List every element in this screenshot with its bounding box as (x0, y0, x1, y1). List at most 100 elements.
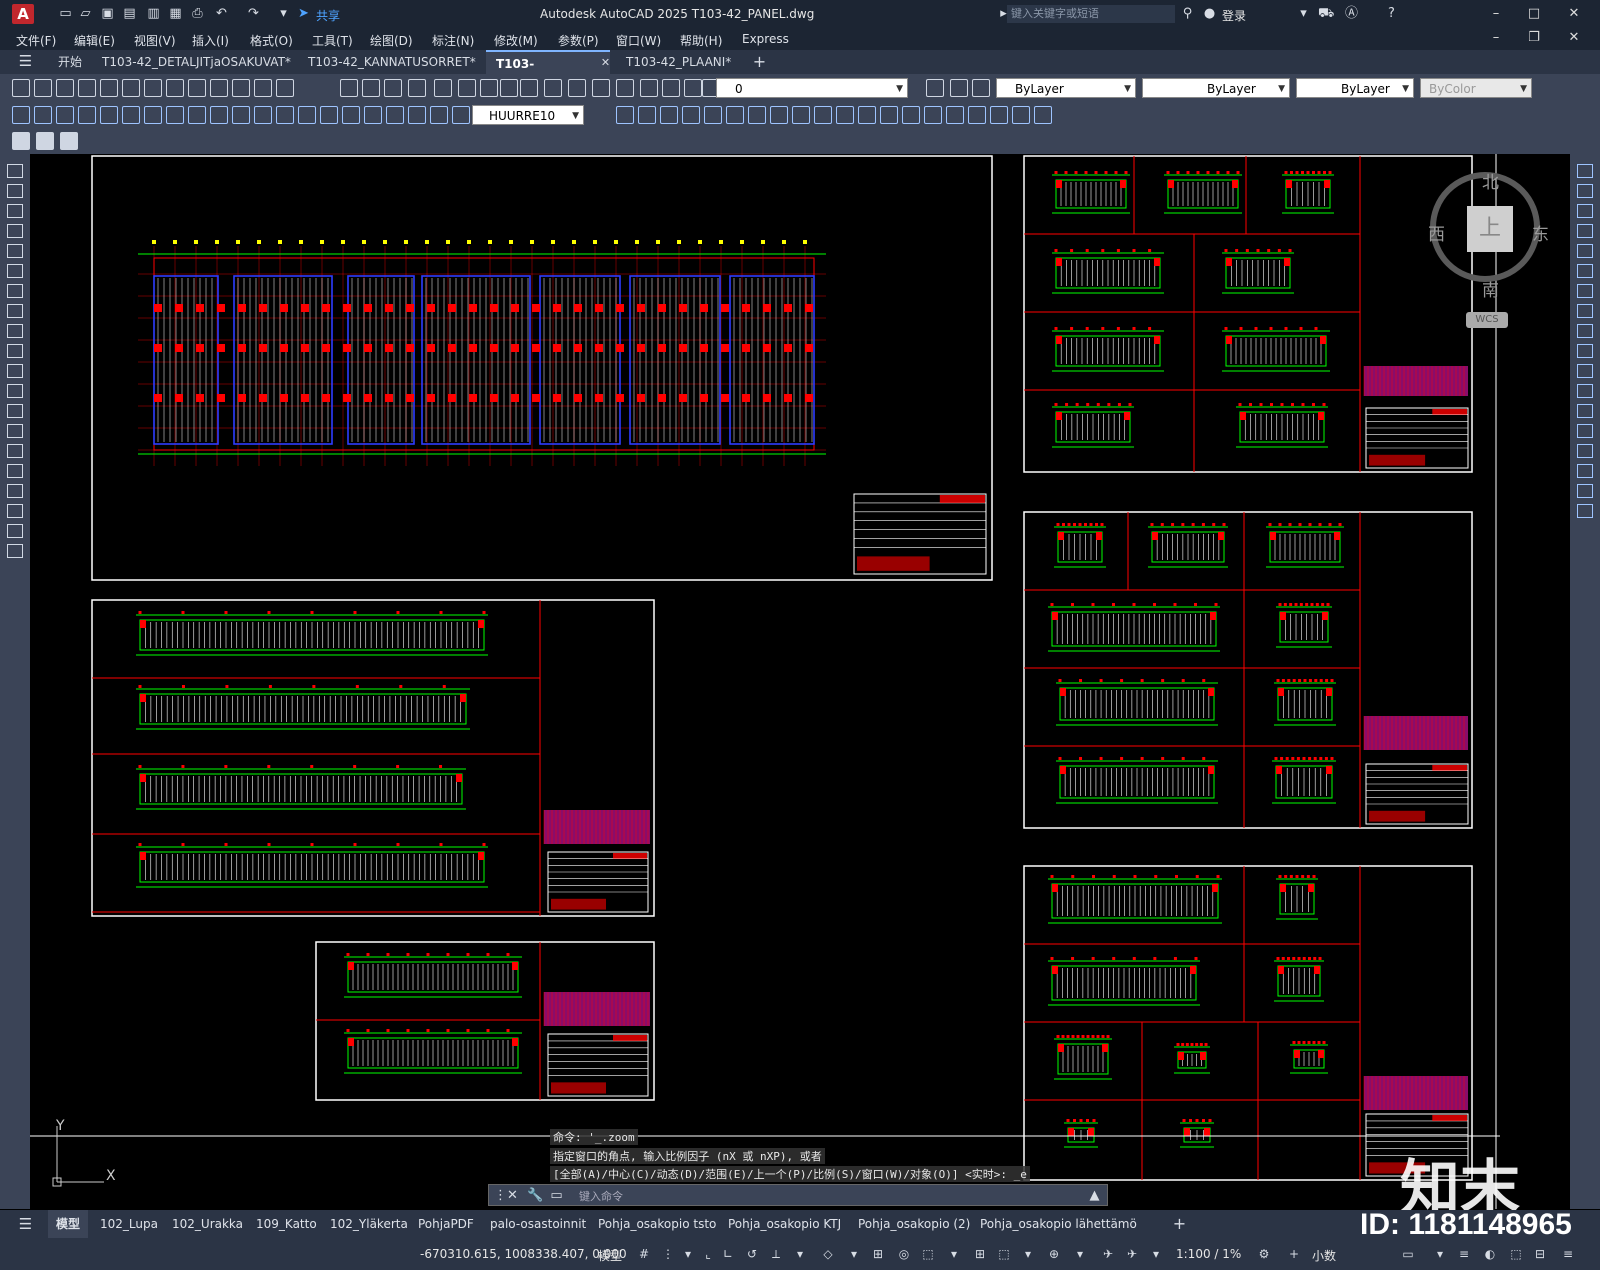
status-toggle-icon[interactable]: ▾ (792, 1247, 808, 1261)
draw-tool-icon[interactable] (7, 384, 23, 398)
command-line[interactable]: ⋮ ✕ 🔧 ▭ 键入命令 ▲ (488, 1184, 1108, 1206)
status-toggle-icon[interactable]: ⊕ (1046, 1247, 1062, 1261)
close-tab-icon[interactable]: ✕ (598, 55, 613, 70)
layout-tab-item[interactable]: PohjaPDF (410, 1210, 482, 1238)
dimension-tool-icon[interactable] (792, 106, 810, 124)
dimension-tool-icon[interactable] (144, 106, 162, 124)
draw-tool-icon[interactable] (7, 224, 23, 238)
recent-commands-icon[interactable]: ▭ (549, 1188, 564, 1203)
search-input[interactable]: 键入关键字或短语 (1007, 5, 1175, 23)
draw-tool-icon[interactable] (7, 284, 23, 298)
layout-list-icon[interactable]: ☰ (18, 1217, 33, 1232)
open-web-icon[interactable]: ▥ (146, 6, 161, 21)
draw-tool-icon[interactable] (7, 324, 23, 338)
menu-draw[interactable]: 绘图(D) (370, 32, 413, 49)
maximize-window-button[interactable]: □ (1520, 4, 1548, 24)
dimension-tool-icon[interactable] (638, 106, 656, 124)
draw-tool-icon[interactable] (7, 204, 23, 218)
customize-wrench-icon[interactable]: 🔧 (527, 1188, 543, 1203)
dimension-tool-icon[interactable] (924, 106, 942, 124)
standard-tool-icon[interactable] (166, 79, 184, 97)
menu-dimension[interactable]: 标注(N) (432, 32, 474, 49)
redo-icon[interactable]: ↷ (246, 6, 261, 21)
menu-edit[interactable]: 编辑(E) (74, 32, 115, 49)
user-icon[interactable]: ● (1202, 6, 1217, 21)
tab-start[interactable]: 开始 (48, 50, 92, 74)
modify-tool-icon[interactable] (1577, 304, 1593, 318)
dimension-tool-icon[interactable] (660, 106, 678, 124)
draw-tool-icon[interactable] (7, 244, 23, 258)
status-toggle-icon[interactable]: + (1286, 1247, 1302, 1261)
modify-tool-icon[interactable] (1577, 404, 1593, 418)
draw-tool-icon[interactable] (7, 264, 23, 278)
status-toggle-icon[interactable]: ✈ (1124, 1247, 1140, 1261)
dimension-tool-icon[interactable] (386, 106, 404, 124)
dimstyle-dropdown[interactable]: HUURRE10 ▼ (472, 105, 584, 125)
customize-qa-icon[interactable]: ▾ (276, 6, 291, 21)
modify-tool-icon[interactable] (1577, 384, 1593, 398)
app-logo-icon[interactable]: A (12, 4, 34, 24)
share-icon[interactable]: ➤ (296, 6, 311, 21)
units-button[interactable]: 小数 (1312, 1247, 1336, 1264)
linetype-dropdown[interactable]: ByLayer ▼ (1142, 78, 1290, 98)
modify-tool-icon[interactable] (1577, 424, 1593, 438)
status-toggle-icon[interactable]: ⬚ (1508, 1247, 1524, 1261)
dimension-tool-icon[interactable] (836, 106, 854, 124)
status-toggle-icon[interactable]: ≡ (1456, 1247, 1472, 1261)
standard-tool-icon[interactable] (434, 79, 452, 97)
dimension-tool-icon[interactable] (814, 106, 832, 124)
modify-tool-icon[interactable] (1577, 364, 1593, 378)
dimension-tool-icon[interactable] (408, 106, 426, 124)
standard-tool-icon[interactable] (520, 79, 538, 97)
modify-tool-icon[interactable] (1577, 484, 1593, 498)
dimension-tool-icon[interactable] (1012, 106, 1030, 124)
standard-tool-icon[interactable] (500, 79, 518, 97)
status-toggle-icon[interactable]: ▾ (680, 1247, 696, 1261)
status-toggle-icon[interactable]: ⊞ (972, 1247, 988, 1261)
viewcube-top-face[interactable]: 上 (1467, 206, 1513, 252)
dimension-tool-icon[interactable] (342, 106, 360, 124)
draw-tool-icon[interactable] (7, 364, 23, 378)
standard-tool-icon[interactable] (56, 79, 74, 97)
status-toggle-icon[interactable]: ⋮ (660, 1247, 676, 1261)
layout-tab-item[interactable]: 109_Katto (248, 1210, 325, 1238)
dimension-tool-icon[interactable] (430, 106, 448, 124)
menu-format[interactable]: 格式(O) (250, 32, 293, 49)
status-toggle-icon[interactable]: # (636, 1247, 652, 1261)
plotstyle-dropdown[interactable]: ByColor ▼ (1420, 78, 1532, 98)
status-toggle-icon[interactable]: ✈ (1100, 1247, 1116, 1261)
standard-tool-icon[interactable] (254, 79, 272, 97)
dimension-tool-icon[interactable] (968, 106, 986, 124)
standard-tool-icon[interactable] (662, 79, 680, 97)
color-dropdown[interactable]: ByLayer ▼ (996, 78, 1136, 98)
status-toggle-icon[interactable]: ⊞ (870, 1247, 886, 1261)
dimension-tool-icon[interactable] (616, 106, 634, 124)
tab-model[interactable]: 模型 (48, 1210, 89, 1238)
draw-tool-icon[interactable] (7, 424, 23, 438)
layer-state-icon[interactable] (12, 132, 30, 150)
modify-tool-icon[interactable] (1577, 184, 1593, 198)
standard-tool-icon[interactable] (188, 79, 206, 97)
menu-tools[interactable]: 工具(T) (312, 32, 353, 49)
layout-tab-item[interactable]: Pohja_osakopio KTJ (720, 1210, 849, 1238)
status-toggle-icon[interactable]: ▾ (1072, 1247, 1088, 1261)
draw-tool-icon[interactable] (7, 484, 23, 498)
draw-tool-icon[interactable] (7, 504, 23, 518)
dimension-tool-icon[interactable] (990, 106, 1008, 124)
modify-tool-icon[interactable] (1577, 344, 1593, 358)
layout-tab-item[interactable]: Pohja_osakopio tsto (590, 1210, 724, 1238)
standard-tool-icon[interactable] (276, 79, 294, 97)
dimension-tool-icon[interactable] (902, 106, 920, 124)
cart-icon[interactable]: ⛟ (1318, 6, 1334, 21)
standard-tool-icon[interactable] (340, 79, 358, 97)
draw-tool-icon[interactable] (7, 544, 23, 558)
layer-tool-icon[interactable] (950, 79, 968, 97)
standard-tool-icon[interactable] (362, 79, 380, 97)
layer-tool-icon[interactable] (926, 79, 944, 97)
status-toggle-icon[interactable]: ↺ (744, 1247, 760, 1261)
standard-tool-icon[interactable] (34, 79, 52, 97)
modify-tool-icon[interactable] (1577, 224, 1593, 238)
modify-tool-icon[interactable] (1577, 264, 1593, 278)
layer-dropdown[interactable]: 0 ▼ (716, 78, 908, 98)
dimension-tool-icon[interactable] (166, 106, 184, 124)
